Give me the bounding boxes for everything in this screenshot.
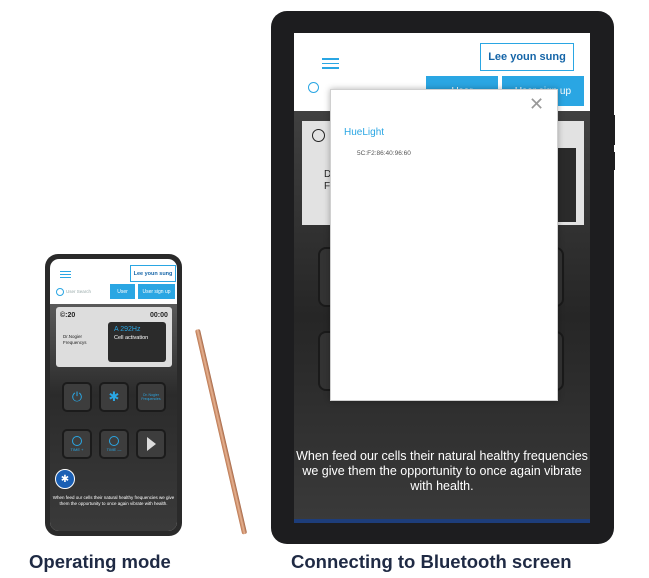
play-button[interactable] (136, 429, 166, 459)
program-name: Dr.Nogier Frequencys (63, 334, 87, 345)
nogier-frequencies-button[interactable]: Dr. Nogier Frequencies (136, 382, 166, 412)
clock-icon (109, 436, 119, 446)
tablet-side-button (611, 115, 615, 145)
clock-icon (312, 129, 325, 142)
bluetooth-icon: ✱ (60, 473, 70, 485)
time-plus-label: TIME + (70, 447, 84, 452)
hamburger-menu-icon[interactable] (322, 58, 339, 72)
timer-remaining: ©:20 (60, 312, 76, 319)
tablet-side-button (611, 152, 615, 170)
time-minus-label: TIME — (106, 447, 122, 452)
bluetooth-icon: ✱ (108, 389, 120, 404)
bluetooth-button[interactable]: ✱ (99, 382, 129, 412)
bottom-bar (294, 519, 590, 523)
clock-icon (72, 436, 82, 446)
nogier-button-label: Dr. Nogier Frequencies (141, 393, 161, 401)
tab-user[interactable]: User (110, 284, 135, 299)
frequency-mode: Cell activation (114, 335, 149, 341)
timer-elapsed: 00:00 (150, 312, 168, 319)
tablet-screen: Lee youn sung User User sign up :- Dr F … (294, 33, 590, 523)
frequency-value: A 292Hz (114, 326, 141, 333)
bluetooth-device-dialog: ✕ HueLight 5C:F2:86:40:96:60 (330, 89, 558, 401)
bluetooth-floating-button[interactable]: ✱ (55, 469, 75, 489)
search-icon[interactable] (308, 82, 319, 93)
time-minus-button[interactable]: TIME — (99, 429, 129, 459)
search-icon[interactable] (56, 288, 64, 296)
stylus-pen-image (195, 328, 248, 535)
device-mac-address: 5C:F2:86:40:96:60 (357, 150, 411, 157)
footer-quote: When feed our cells their natural health… (296, 449, 588, 493)
power-button[interactable]: ⏻ (62, 382, 92, 412)
device-list-item-name[interactable]: HueLight (344, 127, 384, 138)
time-plus-button[interactable]: TIME + (62, 429, 92, 459)
user-name-button[interactable]: Lee youn sung (130, 265, 176, 282)
phone-screen: Lee youn sung User Search User User sign… (50, 259, 177, 531)
user-name-button[interactable]: Lee youn sung (480, 43, 574, 71)
footer-quote: When feed our cells their natural health… (52, 495, 175, 506)
close-icon[interactable]: ✕ (529, 94, 544, 115)
caption-operating-mode: Operating mode (29, 551, 171, 572)
power-icon: ⏻ (71, 389, 83, 404)
hamburger-menu-icon[interactable] (60, 271, 71, 280)
play-icon (146, 437, 156, 451)
tab-user-sign-up[interactable]: User sign up (138, 284, 175, 299)
user-search-input[interactable]: User Search (66, 289, 91, 294)
caption-bluetooth-screen: Connecting to Bluetooth screen (291, 551, 572, 572)
